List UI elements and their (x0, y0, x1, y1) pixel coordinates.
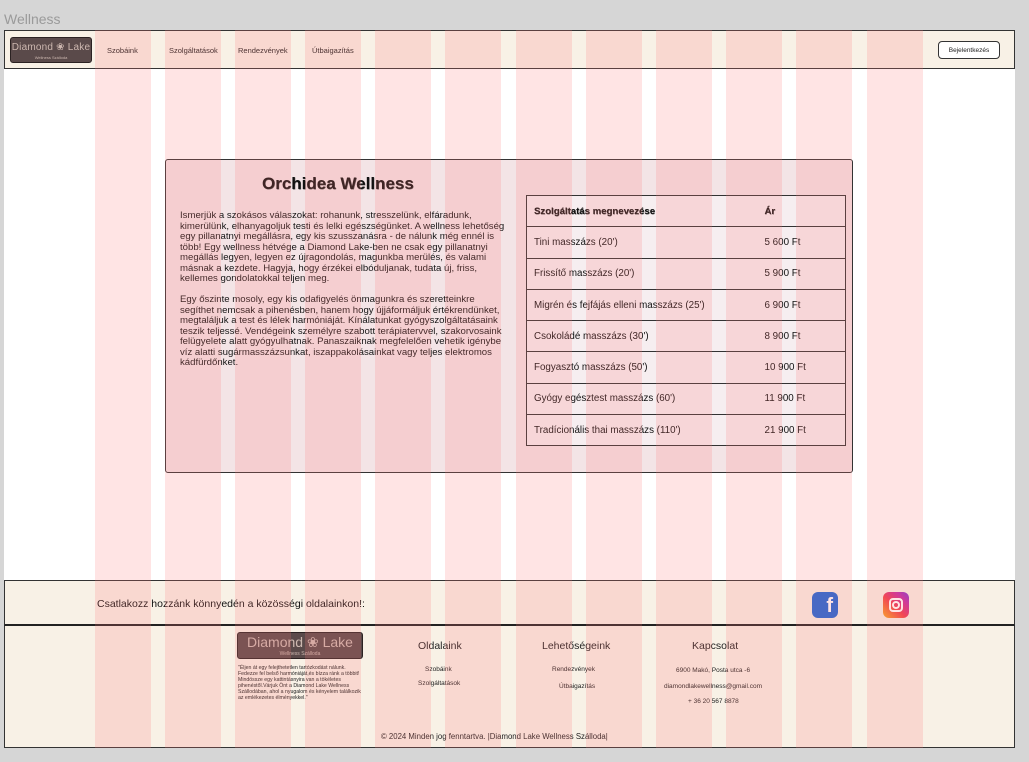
table-row: Frissítő masszázs (20') 5 900 Ft (526, 257, 846, 290)
footer-logo-subtitle: Wellness Szálloda (279, 651, 321, 657)
nav-link-services[interactable]: Szolgáltatások (169, 46, 218, 55)
navbar: Diamond ❀ Lake Wellness Szálloda Szobáin… (4, 30, 1015, 69)
description-paragraph-1: Ismerjük a szokásos válaszokat: rohanunk… (180, 210, 505, 284)
wellness-card: Orchidea Wellness Ismerjük a szokásos vá… (165, 159, 853, 473)
service-price: 5 900 Ft (764, 257, 846, 290)
service-price: 10 900 Ft (764, 351, 846, 384)
service-price: 6 900 Ft (764, 288, 846, 322)
footer-link-services[interactable]: Szolgáltatások (418, 680, 460, 687)
price-table: Szolgáltatás megnevezése Ár Tini masszáz… (526, 194, 846, 447)
service-name: Frissítő masszázs (20') (526, 257, 765, 290)
service-name-header: Szolgáltatás megnevezése (526, 194, 765, 228)
login-button[interactable]: Bejelentkezés (938, 41, 1000, 59)
footer-tagline: "Éljen át egy felejthetetlen tartózkodás… (238, 665, 361, 702)
frame-title: Wellness (4, 11, 61, 27)
table-row: Gyógy egésztest masszázs (60') 11 900 Ft (526, 382, 846, 416)
service-name: Fogyasztó masszázs (50') (526, 351, 765, 384)
footer-link-events[interactable]: Rendezvények (552, 666, 595, 673)
service-name: Migrén és fejfájás elleni masszázs (25') (526, 288, 765, 322)
table-row: Migrén és fejfájás elleni masszázs (25')… (526, 288, 846, 322)
card-title: Orchidea Wellness (262, 174, 414, 193)
logo-text: Diamond ❀ Lake (11, 42, 91, 53)
footer-link-directions[interactable]: Útbaigazítás (559, 683, 595, 690)
service-price: 5 600 Ft (764, 226, 846, 259)
description-paragraph-2: Egy őszinte mosoly, egy kis odafigyelés … (180, 294, 502, 368)
contact-phone[interactable]: + 36 20 567 8878 (688, 698, 739, 705)
contact-email[interactable]: diamondlakewellness@gmail.com (664, 683, 762, 690)
footer-heading-pages: Oldalaink (418, 640, 462, 652)
table-row: Tini masszázs (20') 5 600 Ft (526, 226, 846, 259)
instagram-lens-shape (892, 601, 900, 609)
price-header: Ár (764, 194, 846, 228)
footer-heading-contact: Kapcsolat (692, 640, 739, 652)
table-row: Fogyasztó masszázs (50') 10 900 Ft (526, 351, 846, 384)
nav-link-rooms[interactable]: Szobáink (107, 46, 138, 55)
service-price: 21 900 Ft (764, 414, 846, 447)
footer-logo[interactable]: Diamond ❀ Lake Wellness Szálloda (237, 632, 363, 659)
footer-heading-options: Lehetőségeink (542, 640, 611, 652)
copyright-text: © 2024 Minden jog fenntartva. |Diamond L… (381, 732, 608, 741)
footer: Diamond ❀ Lake Wellness Szálloda "Éljen … (4, 626, 1015, 748)
nav-link-events[interactable]: Rendezvények (238, 46, 288, 55)
instagram-flash-shape (900, 599, 902, 601)
logo[interactable]: Diamond ❀ Lake Wellness Szálloda (10, 37, 92, 63)
service-name: Csokoládé masszázs (30') (526, 320, 765, 353)
instagram-icon[interactable] (883, 592, 909, 618)
service-price: 11 900 Ft (764, 382, 846, 416)
table-row: Tradícionális thai masszázs (110') 21 90… (526, 414, 846, 447)
price-table-header-row: Szolgáltatás megnevezése Ár (526, 194, 846, 228)
social-invite-text: Csatlakozz hozzánk könnyedén a közösségi… (97, 598, 365, 610)
facebook-icon[interactable]: f (812, 592, 838, 618)
logo-subtitle: Wellness Szálloda (34, 55, 68, 60)
footer-logo-text: Diamond ❀ Lake (247, 634, 353, 650)
wellness-page-frame: Diamond ❀ Lake Wellness Szálloda Szobáin… (4, 30, 1015, 748)
service-name: Gyógy egésztest masszázs (60') (526, 382, 765, 416)
nav-link-directions[interactable]: Útbaigazítás (312, 46, 354, 55)
footer-link-rooms[interactable]: Szobáink (425, 666, 452, 673)
card-description: Ismerjük a szokásos válaszokat: rohanunk… (180, 210, 506, 379)
social-strip: Csatlakozz hozzánk könnyedén a közösségi… (4, 580, 1015, 626)
service-name: Tini masszázs (20') (526, 226, 765, 259)
service-name: Tradícionális thai masszázs (110') (526, 414, 765, 447)
service-price: 8 900 Ft (764, 320, 846, 353)
table-row: Csokoládé masszázs (30') 8 900 Ft (526, 320, 846, 353)
contact-address: 6900 Makó, Posta utca -6 (676, 667, 751, 674)
